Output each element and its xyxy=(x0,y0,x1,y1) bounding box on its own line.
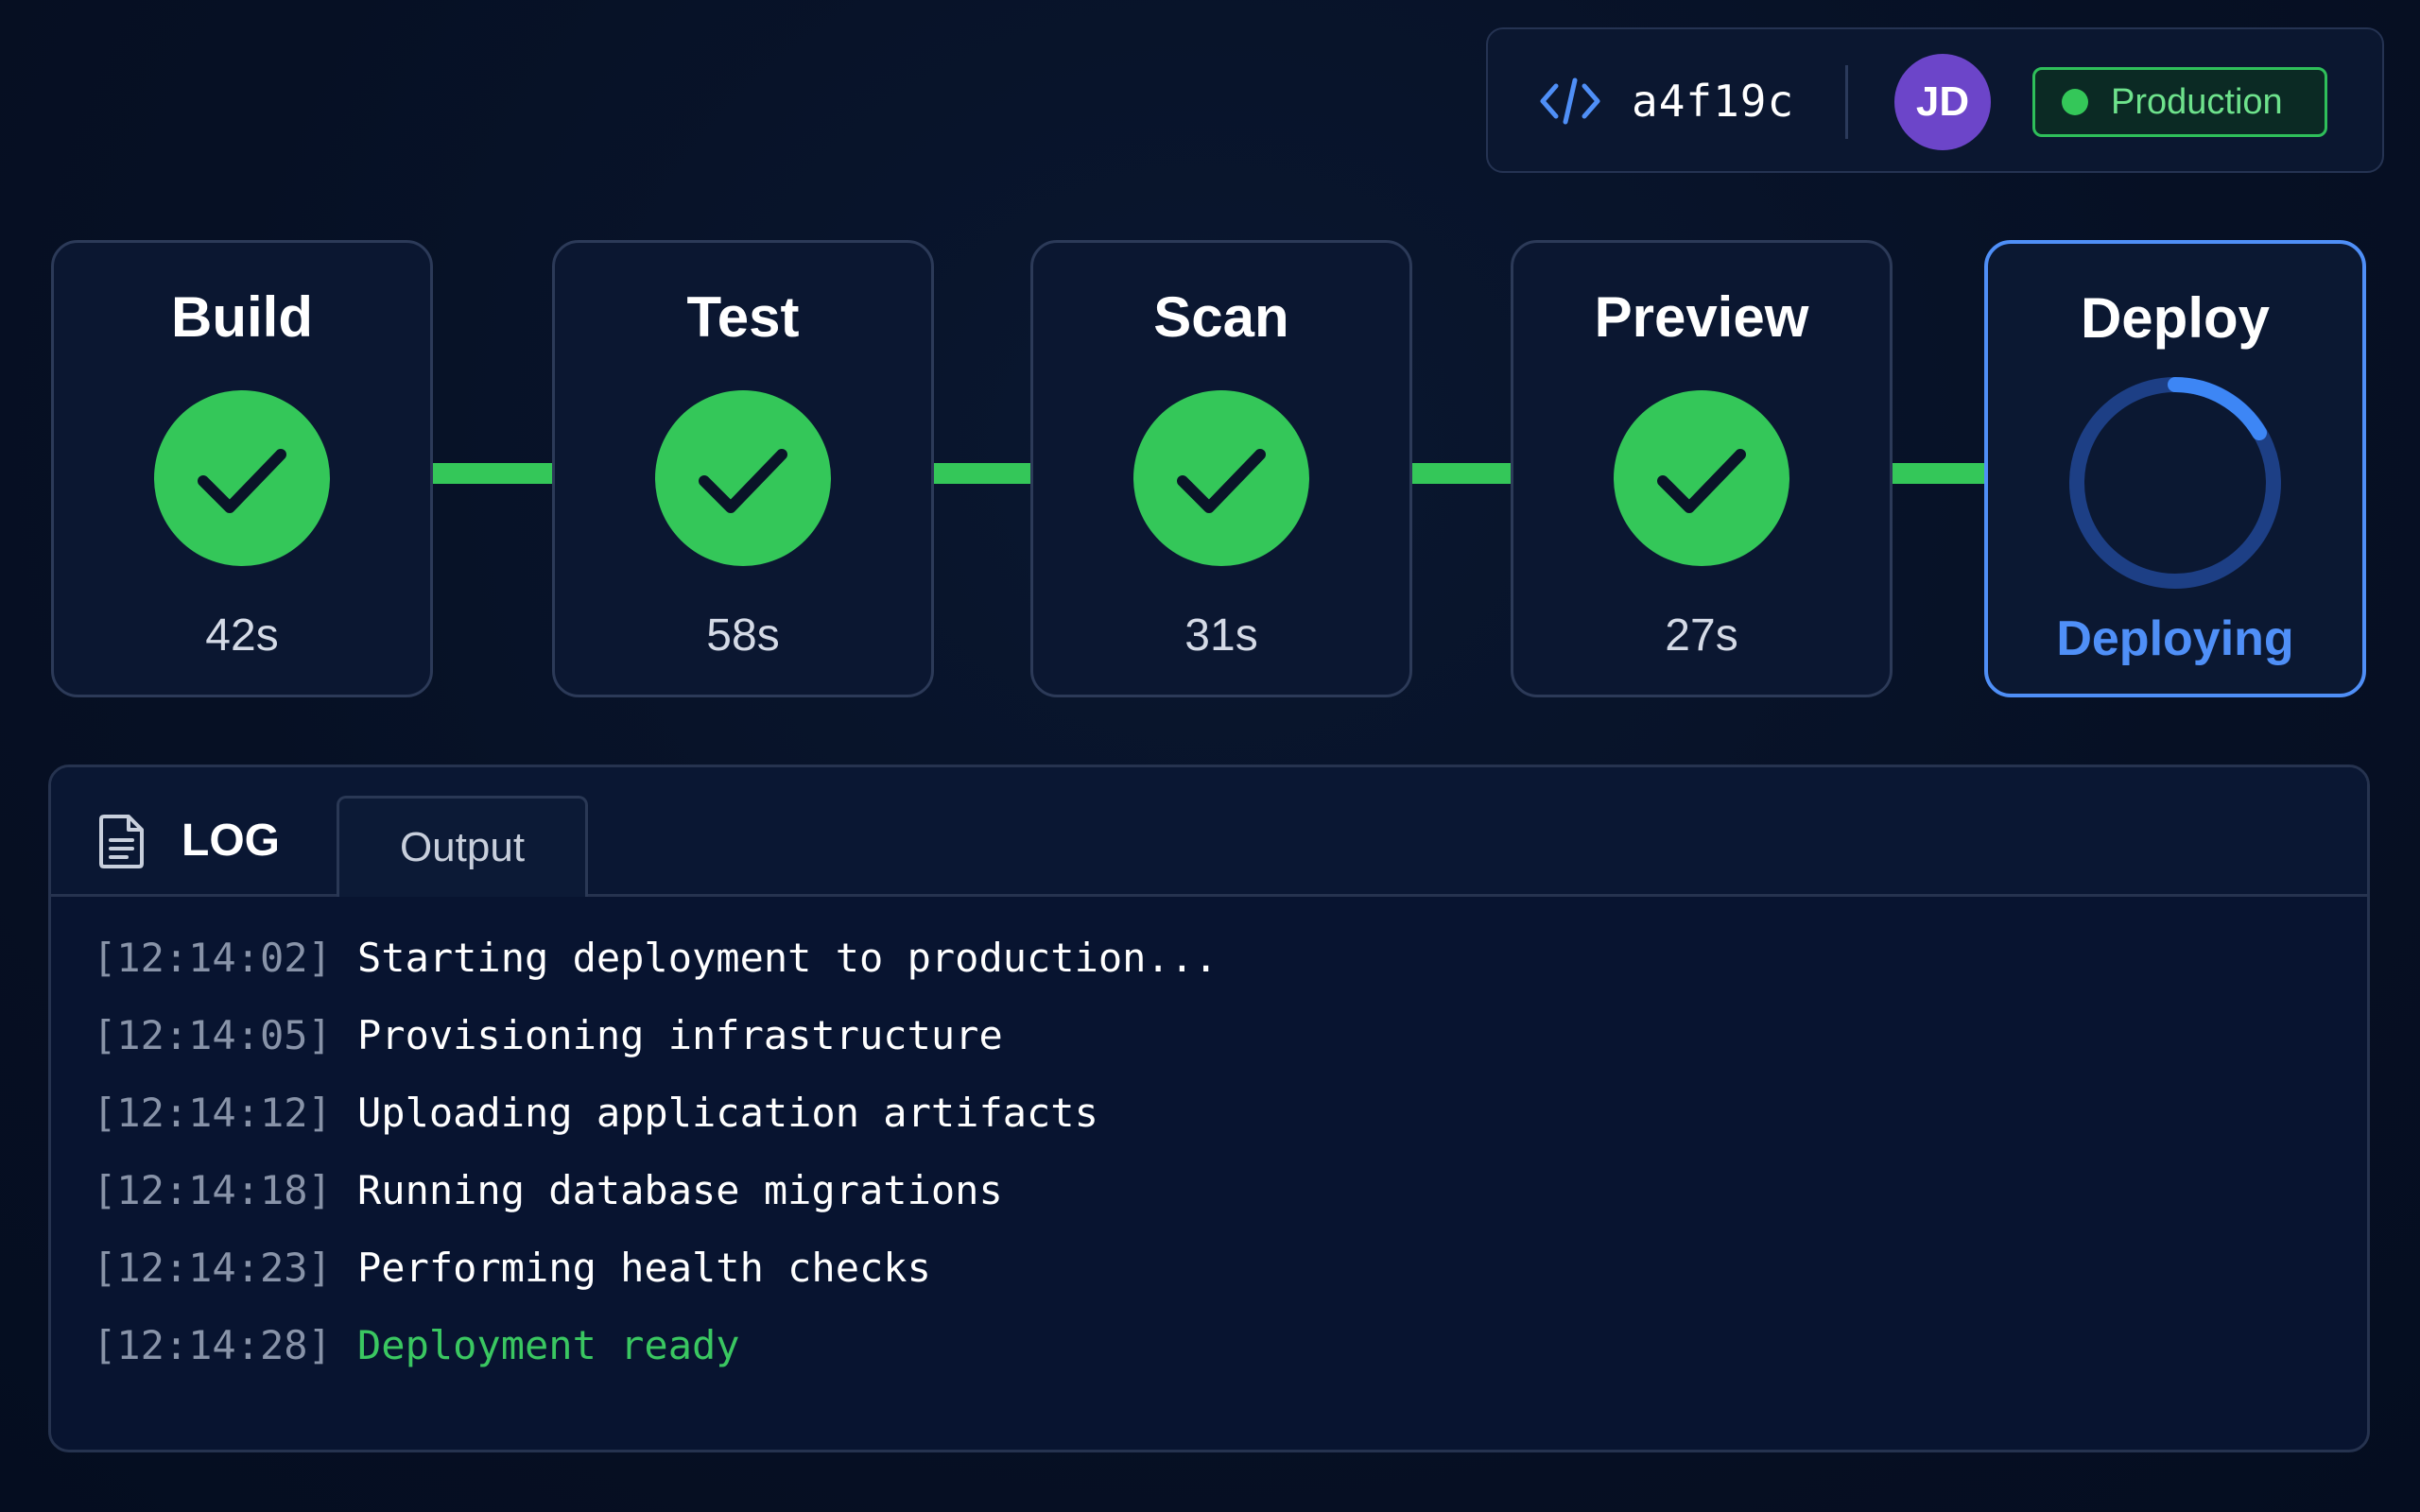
stage-duration: 42s xyxy=(205,610,279,661)
log-line: [12:14:28] Deployment ready xyxy=(93,1306,2329,1383)
commit-hash[interactable]: a4f19c xyxy=(1632,75,1794,128)
pipeline-connector xyxy=(431,463,556,484)
log-message: Uploading application artifacts xyxy=(357,1089,1098,1136)
tab-log[interactable]: LOG xyxy=(182,815,280,867)
stage-status-label: Deploying xyxy=(2056,611,2294,666)
stage-name: Test xyxy=(686,285,800,349)
log-message: Starting deployment to production... xyxy=(357,934,1219,981)
stage-preview[interactable]: Preview 27s xyxy=(1511,240,1893,697)
log-timestamp: [12:14:23] xyxy=(93,1244,332,1291)
log-message-success: Deployment ready xyxy=(357,1321,740,1368)
stage-deploy[interactable]: Deploy Deploying xyxy=(1984,240,2366,697)
stage-duration: 31s xyxy=(1184,610,1258,661)
stage-duration: 27s xyxy=(1665,610,1738,661)
document-icon xyxy=(99,815,144,868)
pipeline-connector xyxy=(1876,463,1989,484)
check-circle-icon xyxy=(1614,390,1789,566)
check-circle-icon xyxy=(1133,390,1309,566)
loading-spinner-icon xyxy=(2069,377,2281,589)
log-line: [12:14:12] Uploading application artifac… xyxy=(93,1074,2329,1151)
pipeline-connector xyxy=(1395,463,1514,484)
stage-test[interactable]: Test 58s xyxy=(552,240,934,697)
environment-badge[interactable]: Production xyxy=(2032,67,2327,137)
log-message: Running database migrations xyxy=(357,1166,1003,1213)
log-timestamp: [12:14:28] xyxy=(93,1321,332,1368)
log-line: [12:14:18] Running database migrations xyxy=(93,1151,2329,1228)
stage-scan[interactable]: Scan 31s xyxy=(1030,240,1412,697)
stage-name: Build xyxy=(171,285,313,349)
log-timestamp: [12:14:12] xyxy=(93,1089,332,1136)
stage-name: Deploy xyxy=(2080,286,2271,350)
divider xyxy=(1845,65,1848,139)
log-line: [12:14:02] Starting deployment to produc… xyxy=(93,919,2329,996)
log-message: Provisioning infrastructure xyxy=(357,1011,1003,1058)
stage-build[interactable]: Build 42s xyxy=(51,240,433,697)
log-timestamp: [12:14:05] xyxy=(93,1011,332,1058)
log-timestamp: [12:14:18] xyxy=(93,1166,332,1213)
log-panel: LOG Output [12:14:02] Starting deploymen… xyxy=(48,765,2370,1452)
pipeline-connector xyxy=(917,463,1032,484)
status-dot-icon xyxy=(2062,89,2088,115)
log-panel-header: LOG Output xyxy=(51,767,2367,897)
check-circle-icon xyxy=(154,390,330,566)
log-lines: [12:14:02] Starting deployment to produc… xyxy=(93,919,2329,1383)
tab-output[interactable]: Output xyxy=(337,796,588,897)
stage-name: Preview xyxy=(1594,285,1809,349)
stage-duration: 58s xyxy=(706,610,780,661)
log-timestamp: [12:14:02] xyxy=(93,934,332,981)
log-message: Performing health checks xyxy=(357,1244,931,1291)
user-avatar[interactable]: JD xyxy=(1894,54,1991,150)
stage-name: Scan xyxy=(1153,285,1289,349)
deployment-dashboard: a4f19c JD Production Build 42s Test 58s … xyxy=(0,0,2420,1512)
environment-label: Production xyxy=(2111,81,2283,122)
deployment-info-bar: a4f19c JD Production xyxy=(1486,27,2384,173)
code-brackets-icon xyxy=(1540,77,1600,125)
log-line: [12:14:05] Provisioning infrastructure xyxy=(93,996,2329,1074)
check-circle-icon xyxy=(655,390,831,566)
log-line: [12:14:23] Performing health checks xyxy=(93,1228,2329,1306)
